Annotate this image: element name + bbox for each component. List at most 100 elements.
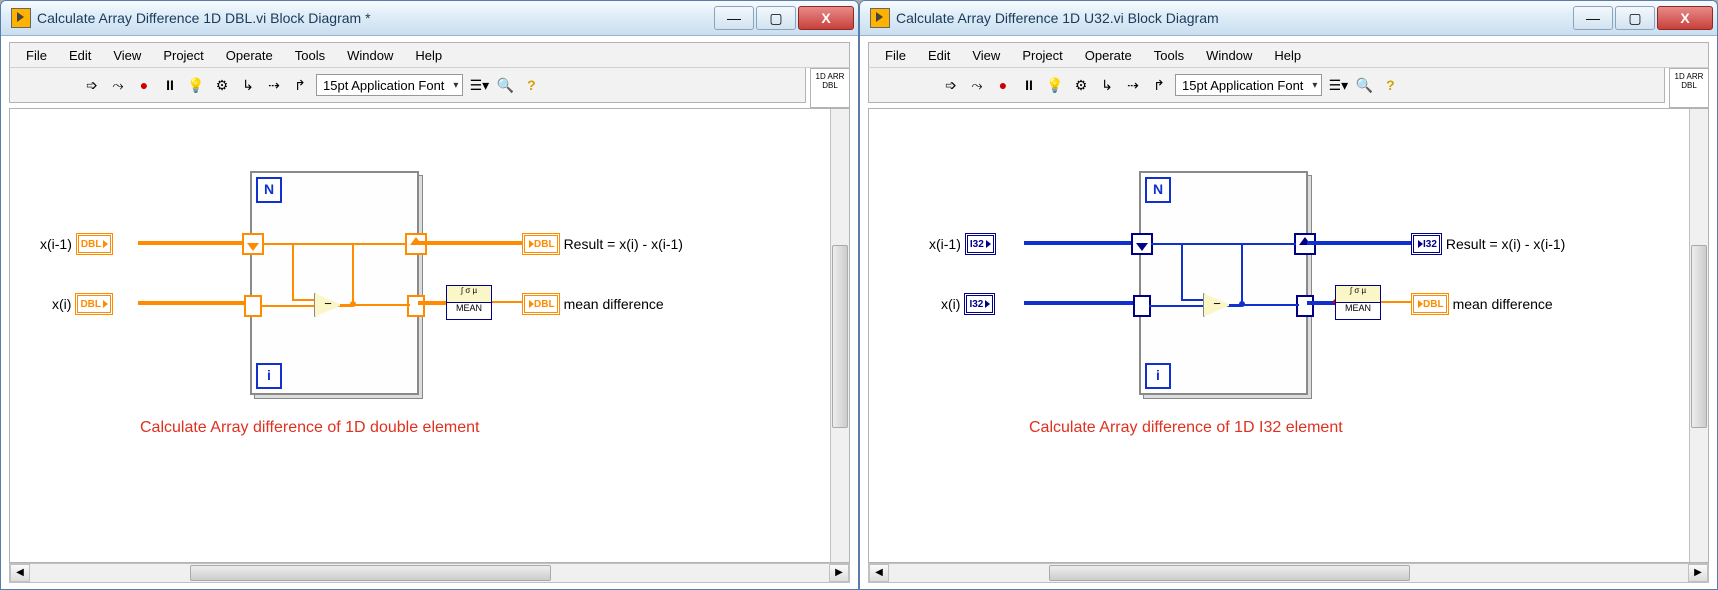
labview-icon — [870, 8, 890, 28]
pause-button[interactable]: II — [1019, 75, 1039, 95]
menu-view[interactable]: View — [103, 46, 151, 65]
titlebar[interactable]: Calculate Array Difference 1D U32.vi Blo… — [860, 1, 1717, 36]
maximize-button[interactable]: ▢ — [1615, 6, 1655, 30]
vi-icon[interactable]: 1D ARR DBL — [810, 68, 850, 108]
run-cont-button[interactable]: ⤳ — [108, 75, 128, 95]
menu-file[interactable]: File — [875, 46, 916, 65]
wire — [138, 241, 253, 245]
retain-wire-icon[interactable]: ⚙ — [1071, 75, 1091, 95]
window-title: Calculate Array Difference 1D DBL.vi Blo… — [37, 10, 714, 26]
wire — [418, 301, 446, 305]
titlebar[interactable]: Calculate Array Difference 1D DBL.vi Blo… — [1, 1, 858, 36]
loop-n-terminal: N — [256, 177, 282, 203]
shift-register-left[interactable] — [242, 233, 264, 255]
indicator-result[interactable]: DBL Result = x(i) - x(i-1) — [522, 233, 683, 255]
subtract-node[interactable]: − — [1203, 293, 1231, 317]
control-x-prev[interactable]: x(i-1) I32 — [929, 233, 996, 255]
block-diagram[interactable]: x(i-1) I32 x(i) I32 N i − — [868, 108, 1709, 563]
scrollbar-horizontal[interactable]: ◀ ▶ — [868, 563, 1709, 583]
menu-operate[interactable]: Operate — [216, 46, 283, 65]
menu-file[interactable]: File — [16, 46, 57, 65]
minimize-button[interactable]: — — [1573, 6, 1613, 30]
scrollbar-vertical[interactable] — [1689, 109, 1708, 562]
retain-wire-icon[interactable]: ⚙ — [212, 75, 232, 95]
run-button[interactable]: ➩ — [82, 75, 102, 95]
menu-view[interactable]: View — [962, 46, 1010, 65]
abort-button[interactable]: ● — [134, 75, 154, 95]
menu-window[interactable]: Window — [1196, 46, 1262, 65]
shift-register-left[interactable] — [1131, 233, 1153, 255]
indicator-result[interactable]: I32 Result = x(i) - x(i-1) — [1411, 233, 1565, 255]
help-icon[interactable]: ? — [521, 75, 541, 95]
for-loop[interactable]: N i − — [250, 171, 419, 395]
abort-button[interactable]: ● — [993, 75, 1013, 95]
control-x-curr[interactable]: x(i) DBL — [52, 293, 113, 315]
menu-tools[interactable]: Tools — [1144, 46, 1194, 65]
maximize-button[interactable]: ▢ — [756, 6, 796, 30]
control-x-prev[interactable]: x(i-1) DBL — [40, 233, 113, 255]
indicator-mean[interactable]: DBL mean difference — [522, 293, 664, 315]
mean-vi[interactable]: ∫ σ µ MEAN — [446, 285, 492, 319]
highlight-exec-icon[interactable]: 💡 — [186, 75, 206, 95]
scroll-right-icon[interactable]: ▶ — [1688, 564, 1708, 582]
menu-tools[interactable]: Tools — [285, 46, 335, 65]
step-out-icon[interactable]: ↱ — [290, 75, 310, 95]
step-into-icon[interactable]: ↳ — [1097, 75, 1117, 95]
control-x-curr[interactable]: x(i) I32 — [941, 293, 995, 315]
menu-help[interactable]: Help — [1264, 46, 1311, 65]
wire — [292, 299, 314, 301]
close-button[interactable]: X — [798, 6, 854, 30]
scrollbar-vertical[interactable] — [830, 109, 849, 562]
for-loop[interactable]: N i − — [1139, 171, 1308, 395]
run-button[interactable]: ➩ — [941, 75, 961, 95]
menu-window[interactable]: Window — [337, 46, 403, 65]
minimize-button[interactable]: — — [714, 6, 754, 30]
font-select[interactable]: 15pt Application Font — [316, 74, 463, 96]
help-icon[interactable]: ? — [1380, 75, 1400, 95]
scroll-right-icon[interactable]: ▶ — [829, 564, 849, 582]
loop-n-terminal: N — [1145, 177, 1171, 203]
window-title: Calculate Array Difference 1D U32.vi Blo… — [896, 10, 1573, 26]
align-icon[interactable]: ☰▾ — [469, 75, 489, 95]
step-out-icon[interactable]: ↱ — [1149, 75, 1169, 95]
pause-button[interactable]: II — [160, 75, 180, 95]
menu-operate[interactable]: Operate — [1075, 46, 1142, 65]
close-button[interactable]: X — [1657, 6, 1713, 30]
menu-edit[interactable]: Edit — [918, 46, 960, 65]
wire — [292, 243, 294, 301]
scroll-left-icon[interactable]: ◀ — [869, 564, 889, 582]
wire — [352, 243, 354, 305]
wire — [492, 301, 522, 303]
subtract-node[interactable]: − — [314, 293, 342, 317]
menu-project[interactable]: Project — [1012, 46, 1072, 65]
menubar: File Edit View Project Operate Tools Win… — [868, 42, 1709, 68]
wire — [418, 241, 523, 245]
menu-edit[interactable]: Edit — [59, 46, 101, 65]
indicator-mean[interactable]: DBL mean difference — [1411, 293, 1553, 315]
align-icon[interactable]: ☰▾ — [1328, 75, 1348, 95]
highlight-exec-icon[interactable]: 💡 — [1045, 75, 1065, 95]
wire — [1181, 243, 1183, 301]
mean-vi[interactable]: ∫ σ µ MEAN — [1335, 285, 1381, 319]
run-cont-button[interactable]: ⤳ — [967, 75, 987, 95]
step-into-icon[interactable]: ↳ — [238, 75, 258, 95]
menu-help[interactable]: Help — [405, 46, 452, 65]
wire — [138, 301, 253, 305]
loop-i-terminal: i — [1145, 363, 1171, 389]
step-over-icon[interactable]: ⇢ — [264, 75, 284, 95]
search-icon[interactable]: 🔍 — [495, 75, 515, 95]
vi-icon[interactable]: 1D ARR DBL — [1669, 68, 1709, 108]
wire — [1024, 301, 1139, 305]
auto-index-tunnel-out[interactable] — [407, 295, 425, 317]
auto-index-tunnel-out[interactable] — [1296, 295, 1314, 317]
menu-project[interactable]: Project — [153, 46, 213, 65]
junction-dot — [1239, 301, 1245, 307]
diagram-caption: Calculate Array difference of 1D I32 ele… — [1029, 419, 1343, 437]
wire — [1307, 301, 1335, 305]
scroll-left-icon[interactable]: ◀ — [10, 564, 30, 582]
scrollbar-horizontal[interactable]: ◀ ▶ — [9, 563, 850, 583]
search-icon[interactable]: 🔍 — [1354, 75, 1374, 95]
block-diagram[interactable]: x(i-1) DBL x(i) DBL N i − — [9, 108, 850, 563]
step-over-icon[interactable]: ⇢ — [1123, 75, 1143, 95]
font-select[interactable]: 15pt Application Font — [1175, 74, 1322, 96]
